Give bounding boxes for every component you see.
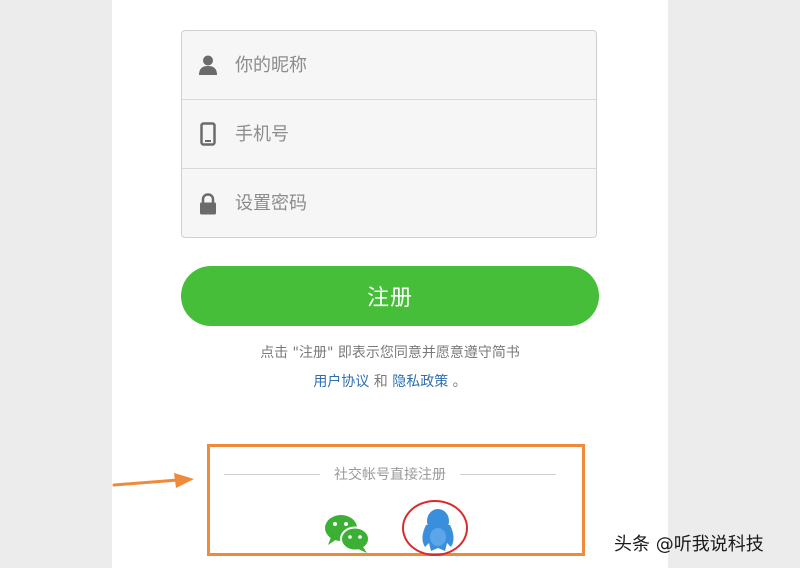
phone-icon (197, 122, 219, 146)
privacy-policy-link[interactable]: 隐私政策 (392, 374, 448, 390)
register-button[interactable]: 注册 (181, 266, 599, 326)
agreement-text: 点击 "注册" 即表示您同意并愿意遵守简书 (260, 345, 520, 361)
lock-icon (197, 192, 219, 215)
agreement-links: 用户协议 和 隐私政策 。 (181, 371, 599, 391)
user-agreement-link[interactable]: 用户协议 (313, 374, 369, 390)
divider-left (224, 473, 320, 475)
phone-field (182, 100, 596, 169)
wechat-icon[interactable] (323, 513, 371, 553)
phone-input[interactable] (233, 113, 577, 155)
password-field (182, 169, 596, 237)
nickname-input[interactable] (233, 44, 577, 86)
qq-highlight-circle (402, 500, 468, 556)
agreement-period: 。 (452, 374, 467, 390)
social-title: 社交帐号直接注册 (334, 467, 446, 483)
user-icon (197, 54, 219, 76)
nickname-field (182, 31, 596, 100)
social-title-row: 社交帐号直接注册 (224, 463, 556, 485)
password-input[interactable] (233, 182, 577, 225)
agreement-and: 和 (373, 374, 388, 390)
divider-right (460, 473, 556, 475)
social-register-box: 社交帐号直接注册 (207, 444, 585, 556)
pointer-arrow-icon (112, 473, 194, 488)
register-form (181, 30, 597, 238)
watermark: 头条 @听我说科技 (614, 534, 764, 555)
